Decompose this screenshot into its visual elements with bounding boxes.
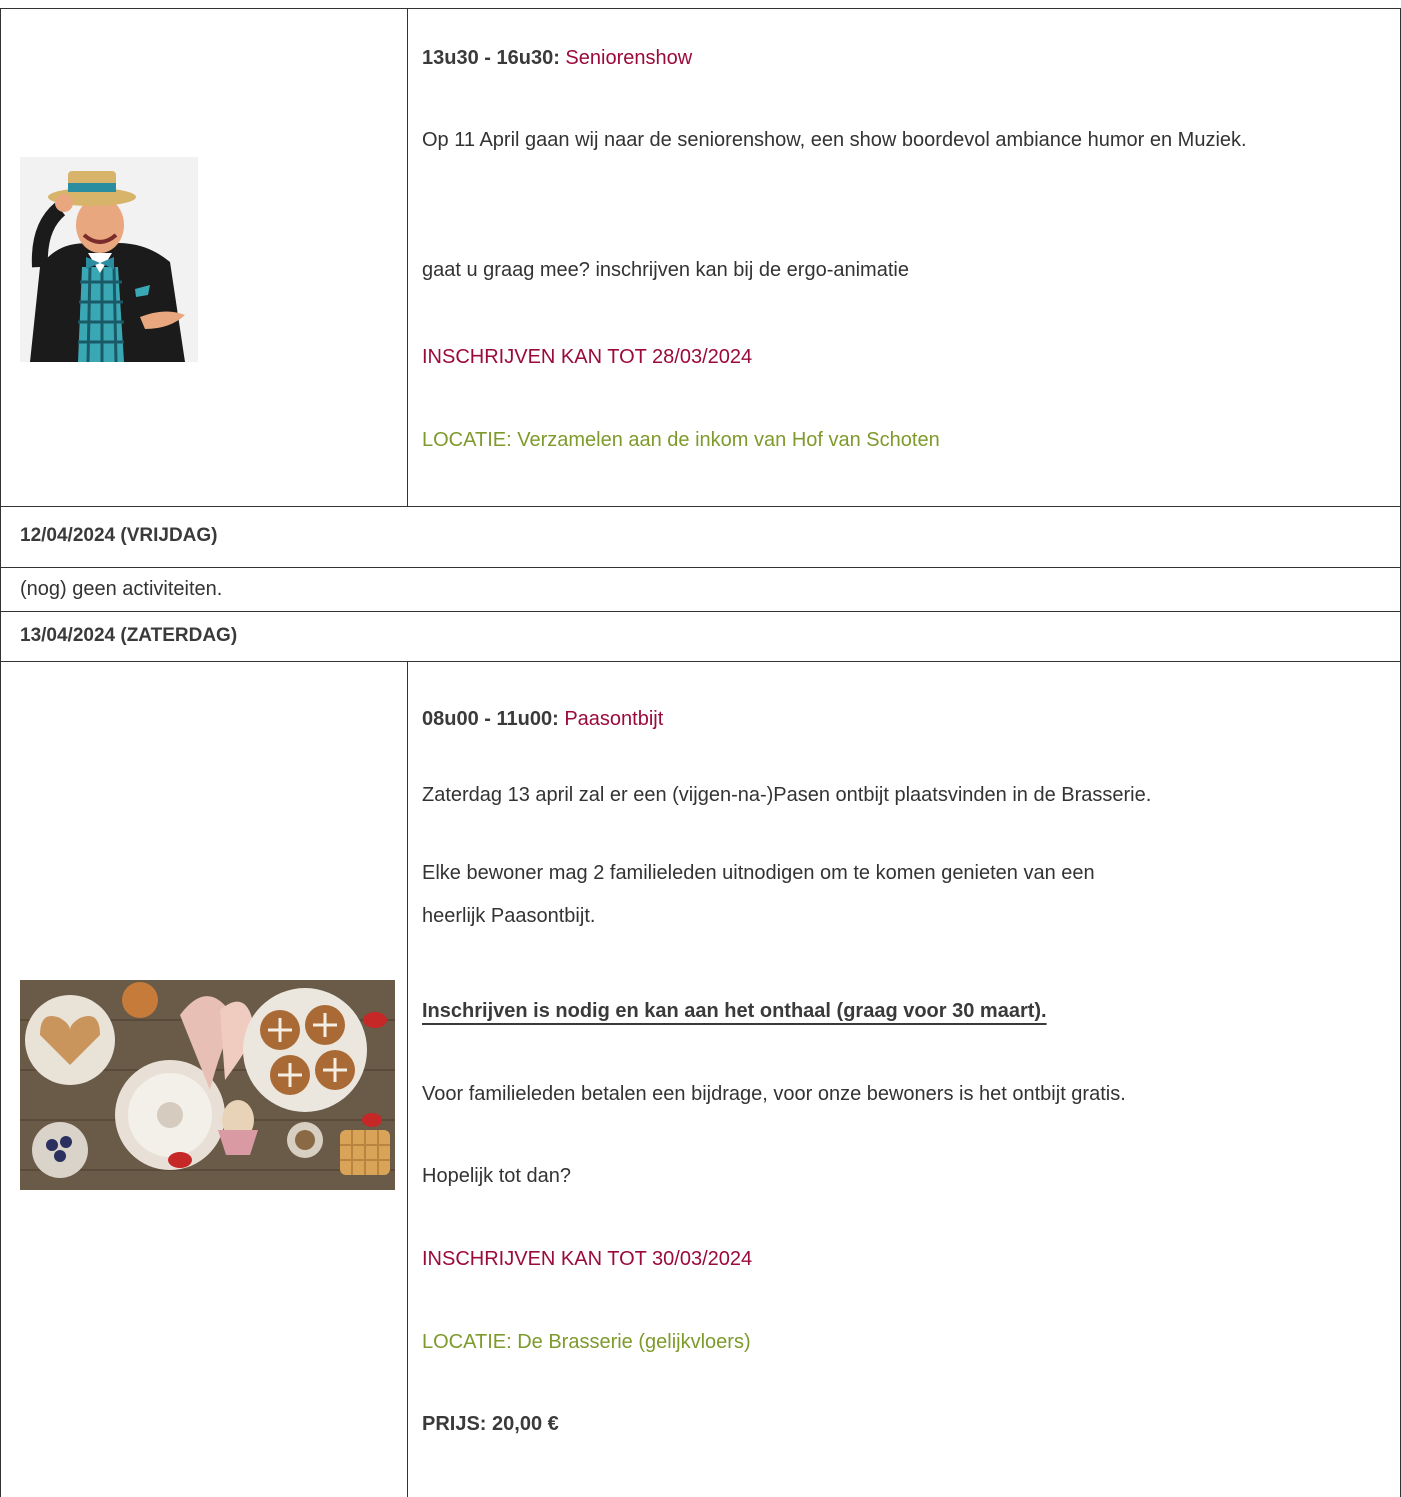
column-divider bbox=[407, 661, 408, 1497]
event-title: Paasontbijt bbox=[564, 708, 664, 730]
table-border-top bbox=[0, 8, 1401, 9]
day-date: 12/04/2024 (VRIJDAG) bbox=[20, 525, 218, 546]
event-deadline: INSCHRIJVEN KAN TOT 28/03/2024 bbox=[422, 346, 753, 368]
event-description: Voor familieleden betalen een bijdrage, … bbox=[422, 1083, 1126, 1105]
day-date: 13/04/2024 (ZATERDAG) bbox=[20, 625, 238, 646]
row-divider bbox=[0, 506, 1401, 507]
day-note: (nog) geen activiteiten. bbox=[20, 578, 223, 600]
event-heading: 08u00 - 11u00: Paasontbijt bbox=[422, 703, 1392, 736]
row-divider bbox=[0, 611, 1401, 612]
event-location: LOCATIE: De Brasserie (gelijkvloers) bbox=[422, 1331, 751, 1353]
event-price: PRIJS: 20,00 € bbox=[422, 1413, 559, 1435]
signup-note: Inschrijven is nodig en kan aan het onth… bbox=[422, 1000, 1047, 1022]
table-border-left bbox=[0, 8, 1, 506]
event-description: Zaterdag 13 april zal er een (vijgen-na-… bbox=[422, 784, 1152, 806]
easter-breakfast-photo bbox=[20, 980, 395, 1190]
event-description: heerlijk Paasontbijt. bbox=[422, 905, 596, 927]
event-location: LOCATIE: Verzamelen aan de inkom van Hof… bbox=[422, 429, 940, 451]
event-deadline: INSCHRIJVEN KAN TOT 30/03/2024 bbox=[422, 1248, 753, 1270]
row-divider bbox=[0, 661, 1401, 662]
event-time: 08u00 - 11u00: bbox=[422, 708, 559, 730]
column-divider bbox=[407, 8, 408, 506]
activity-table: 13u30 - 16u30: Seniorenshow Op 11 April … bbox=[0, 0, 1401, 1497]
performer-photo bbox=[20, 157, 198, 362]
event-description: gaat u graag mee? inschrijven kan bij de… bbox=[422, 259, 909, 281]
event-description: Elke bewoner mag 2 familieleden uitnodig… bbox=[422, 862, 1095, 884]
breakfast-icon bbox=[20, 980, 395, 1190]
performer-icon bbox=[20, 157, 198, 362]
event-description: Op 11 April gaan wij naar de seniorensho… bbox=[422, 129, 1247, 151]
event-description: Hopelijk tot dan? bbox=[422, 1165, 571, 1187]
row-divider bbox=[0, 567, 1401, 568]
event-time: 13u30 - 16u30: bbox=[422, 47, 560, 69]
event-heading: 13u30 - 16u30: Seniorenshow bbox=[422, 42, 1392, 75]
event-title: Seniorenshow bbox=[565, 47, 693, 69]
